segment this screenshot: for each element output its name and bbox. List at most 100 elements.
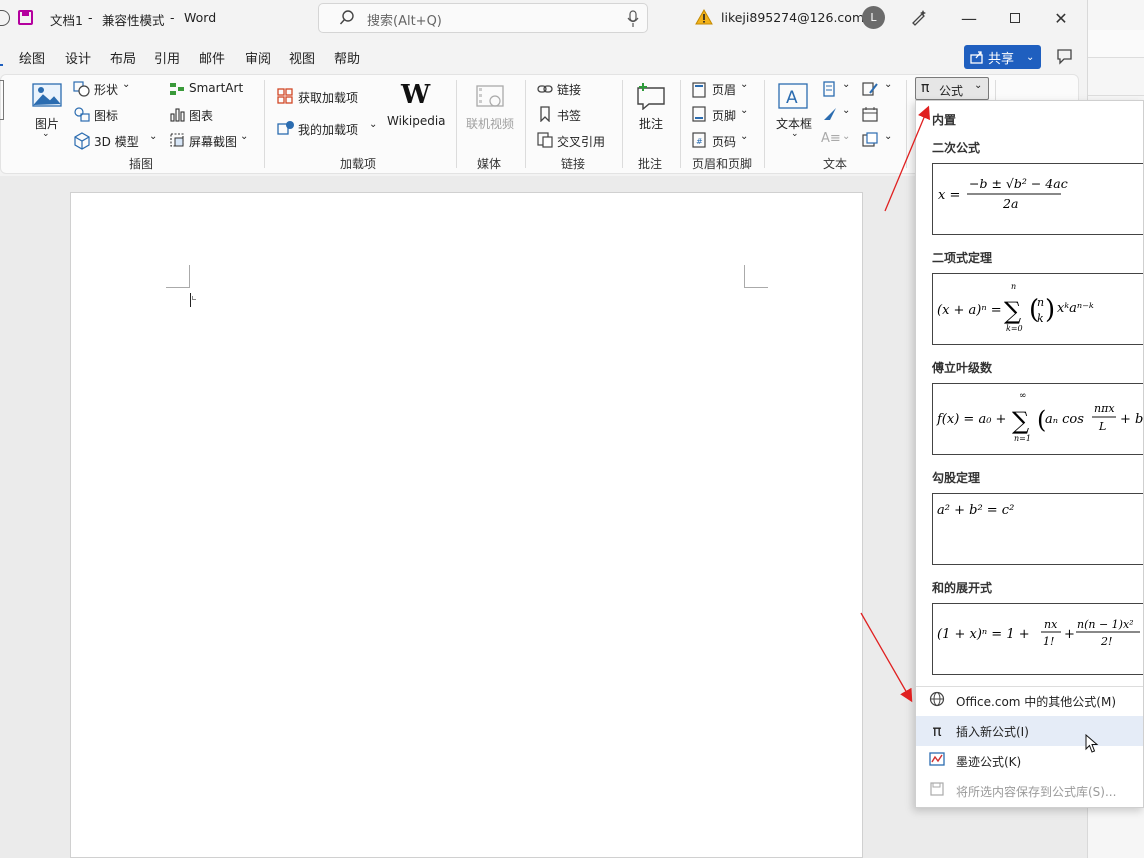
3d-model-icon	[74, 132, 90, 150]
tab-layout[interactable]: 布局	[110, 48, 136, 67]
tab-mailings[interactable]: 邮件	[199, 48, 225, 67]
tab-help[interactable]: 帮助	[334, 48, 360, 67]
shapes-button[interactable]: 形状	[94, 81, 118, 98]
comments-icon[interactable]	[1055, 47, 1075, 67]
svg-text:∞: ∞	[1019, 391, 1027, 401]
comment-button[interactable]: 批注	[639, 115, 663, 132]
chevron-down-icon[interactable]: ⌄	[791, 129, 799, 139]
gallery-item-expansion[interactable]: (1 + x)ⁿ = 1 + nx 1! + n(n − 1)x² 2! +	[932, 603, 1143, 675]
avatar[interactable]: L	[862, 6, 885, 29]
menu-bar: 绘图 设计 布局 引用 邮件 审阅 视图 帮助	[0, 40, 1087, 72]
screenshot-icon	[170, 133, 184, 147]
svg-text:∑: ∑	[1012, 407, 1029, 435]
fourier-series-equation: f(x) = a₀ + ∞ ∑ n=1 ( aₙ cos nπx L + bₙ …	[936, 391, 1143, 443]
chart-button[interactable]: 图表	[189, 107, 213, 124]
svg-text:(x + a)ⁿ =: (x + a)ⁿ =	[937, 303, 1002, 318]
cross-reference-icon	[537, 132, 553, 148]
wikipedia-icon[interactable]: W	[401, 80, 430, 110]
gallery-item-fourier[interactable]: f(x) = a₀ + ∞ ∑ n=1 ( aₙ cos nπx L + bₙ …	[932, 383, 1143, 455]
equation-button[interactable]: π 公式 ⌄	[915, 77, 989, 100]
bookmark-button[interactable]: 书签	[557, 107, 581, 124]
gallery-item-pythagorean[interactable]: a² + b² = c²	[932, 493, 1143, 565]
warning-icon[interactable]	[695, 9, 713, 25]
page-number-button[interactable]: 页码	[712, 133, 736, 150]
ink-equation-menu-item[interactable]: 墨迹公式(K)	[916, 746, 1143, 776]
designer-pen-icon[interactable]	[910, 8, 928, 26]
chevron-down-icon[interactable]: ⌄	[740, 131, 748, 142]
object-icon[interactable]	[862, 132, 878, 148]
svg-text:(1 + x)ⁿ = 1 +: (1 + x)ⁿ = 1 +	[937, 627, 1030, 642]
chevron-down-icon[interactable]: ⌄	[42, 129, 50, 139]
chevron-down-icon[interactable]: ⌄	[884, 131, 892, 142]
quick-parts-icon[interactable]	[822, 81, 836, 97]
pi-icon: π	[921, 80, 930, 96]
get-addins-button[interactable]: 获取加载项	[298, 89, 358, 106]
share-button[interactable]: 共享 ⌄	[964, 45, 1041, 69]
pythagorean-theorem-equation: a² + b² = c²	[937, 503, 1014, 518]
chevron-down-icon[interactable]: ⌄	[122, 79, 130, 90]
screenshot-button[interactable]: 屏幕截图	[189, 133, 237, 150]
header-icon	[692, 82, 706, 98]
gallery-header: 内置	[932, 113, 957, 127]
microphone-icon[interactable]	[627, 10, 639, 28]
more-equations-office-menu-item[interactable]: Office.com 中的其他公式(M)	[916, 686, 1143, 716]
autosave-icon[interactable]	[0, 10, 10, 26]
svg-text:n=1: n=1	[1014, 434, 1031, 443]
footer-button[interactable]: 页脚	[712, 107, 736, 124]
date-time-icon[interactable]	[862, 106, 878, 122]
save-icon	[928, 782, 946, 800]
group-label-links: 链接	[561, 157, 586, 171]
svg-text:f(x) = a₀ +: f(x) = a₀ +	[936, 412, 1006, 427]
close-button[interactable]: ✕	[1038, 0, 1084, 36]
tab-design[interactable]: 设计	[65, 48, 91, 67]
online-video-icon	[476, 85, 504, 107]
group-divider	[906, 80, 907, 168]
table-icon-partial[interactable]	[0, 80, 4, 120]
drop-cap-icon: A≡	[821, 131, 841, 146]
link-icon	[537, 85, 553, 93]
wordart-icon[interactable]	[822, 106, 838, 122]
mouse-pointer-icon	[1085, 734, 1099, 753]
search-placeholder: 搜索(Alt+Q)	[367, 14, 442, 29]
share-dropdown-icon[interactable]: ⌄	[1026, 52, 1034, 63]
tab-view[interactable]: 视图	[289, 48, 315, 67]
gallery-item-title: 傅立叶级数	[932, 361, 993, 375]
insert-new-equation-menu-item[interactable]: π 插入新公式(I)	[916, 716, 1143, 746]
signature-line-icon[interactable]	[862, 81, 878, 97]
gallery-item-binomial[interactable]: (x + a)ⁿ = n ∑ k=0 ( n k ) xᵏaⁿ⁻ᵏ	[932, 273, 1143, 345]
smartart-button[interactable]: SmartArt	[189, 81, 243, 95]
link-button[interactable]: 链接	[557, 81, 581, 98]
account-email[interactable]: likeji895274@126.com	[721, 10, 864, 25]
tab-draw[interactable]: 绘图	[19, 48, 45, 67]
minimize-button[interactable]: —	[946, 0, 992, 36]
svg-text:n: n	[1037, 296, 1044, 309]
search-box[interactable]: 搜索(Alt+Q)	[318, 3, 648, 33]
chevron-down-icon[interactable]: ⌄	[740, 105, 748, 116]
text-cursor	[190, 293, 191, 307]
picture-icon[interactable]	[32, 83, 62, 109]
chevron-down-icon[interactable]: ⌄	[149, 131, 157, 142]
chevron-down-icon[interactable]: ⌄	[842, 79, 850, 90]
chevron-down-icon: ⌄	[974, 80, 983, 91]
3d-model-button[interactable]: 3D 模型	[94, 133, 139, 150]
gallery-item-quadratic[interactable]: x = −b ± √b² − 4ac 2a	[932, 163, 1143, 235]
chevron-down-icon[interactable]: ⌄	[240, 131, 248, 142]
save-icon[interactable]	[18, 10, 33, 25]
sum-expansion-equation: (1 + x)ⁿ = 1 + nx 1! + n(n − 1)x² 2! +	[937, 618, 1140, 648]
chevron-down-icon[interactable]: ⌄	[884, 79, 892, 90]
chevron-down-icon[interactable]: ⌄	[369, 119, 377, 130]
title-bar: 文档1 - 兼容性模式 - Word 搜索(Alt+Q) likeji89527…	[0, 0, 1087, 36]
chevron-down-icon[interactable]: ⌄	[740, 79, 748, 90]
maximize-button[interactable]	[992, 0, 1038, 36]
header-button[interactable]: 页眉	[712, 81, 736, 98]
chevron-down-icon[interactable]: ⌄	[842, 105, 850, 116]
cross-reference-button[interactable]: 交叉引用	[557, 133, 605, 150]
tab-references[interactable]: 引用	[154, 48, 180, 67]
svg-text:n(n − 1)x²: n(n − 1)x²	[1077, 618, 1134, 631]
my-addins-button[interactable]: 我的加载项	[298, 121, 358, 138]
icons-button[interactable]: 图标	[94, 107, 118, 124]
tab-review[interactable]: 审阅	[245, 48, 271, 67]
active-tab-indicator	[0, 64, 3, 66]
wikipedia-button[interactable]: Wikipedia	[387, 114, 446, 128]
document-page[interactable]	[70, 192, 863, 858]
